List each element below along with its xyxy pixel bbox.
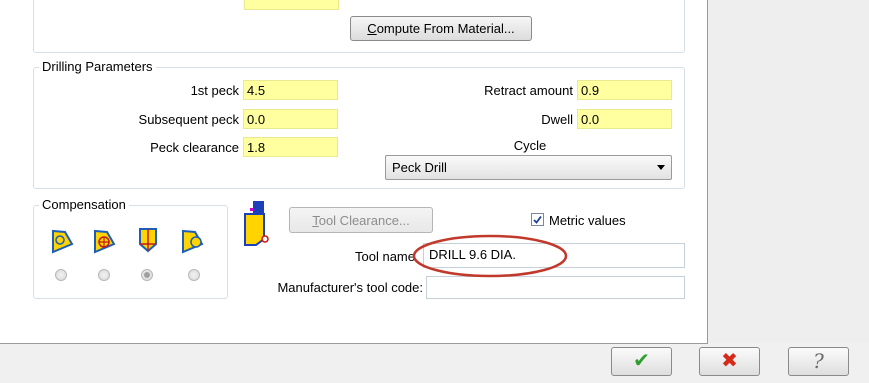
drilling-parameters-title: Drilling Parameters [39,59,156,74]
dwell-field[interactable]: 0.0 [577,109,672,129]
tool-clearance-button[interactable]: Tool Clearance... [289,207,433,233]
hidden-top-field[interactable] [244,0,339,10]
first-peck-field[interactable]: 4.5 [243,80,338,100]
compensation-title: Compensation [39,197,129,212]
retract-amount-field[interactable]: 0.9 [577,80,672,100]
comp-right-radio[interactable] [188,269,200,281]
highlight-oval [412,234,568,278]
comp-left-radio[interactable] [55,269,67,281]
subsequent-peck-label: Subsequent peck [138,112,239,127]
comp-tip-radio[interactable] [141,269,153,281]
right-empty-area [708,0,869,343]
dialog-content-panel: Compute From Material... Drilling Parame… [0,0,708,344]
comp-tip-icon[interactable] [135,226,161,254]
manufacturer-code-label: Manufacturer's tool code: [277,280,423,295]
retract-amount-label: Retract amount [484,83,573,98]
subsequent-peck-field[interactable]: 0.0 [243,109,338,129]
comp-left-icon[interactable] [50,228,76,254]
close-icon: ✖ [721,350,738,372]
help-icon: ? [813,349,824,373]
cycle-select-value: Peck Drill [392,160,447,175]
peck-clearance-field[interactable]: 1.8 [243,137,338,157]
comp-center-icon[interactable] [92,228,118,254]
cancel-button[interactable]: ✖ [699,347,760,376]
help-button[interactable]: ? [788,347,849,376]
drill-tool-icon [244,201,269,246]
first-peck-label: 1st peck [190,83,239,98]
chevron-down-icon [657,165,665,170]
checkmark-icon: ✔ [633,350,650,372]
metric-values-label: Metric values [549,213,626,228]
tool-name-label: Tool name [355,249,415,264]
dwell-label: Dwell [541,112,573,127]
comp-right-icon[interactable] [180,228,206,254]
cycle-label: Cycle [513,138,547,153]
comp-center-radio[interactable] [98,269,110,281]
peck-clearance-label: Peck clearance [150,140,239,155]
check-icon [533,215,542,224]
metric-values-checkbox[interactable] [531,213,544,226]
compute-from-material-button[interactable]: Compute From Material... [350,16,532,41]
cycle-select[interactable]: Peck Drill [385,155,672,180]
ok-button[interactable]: ✔ [611,347,672,376]
